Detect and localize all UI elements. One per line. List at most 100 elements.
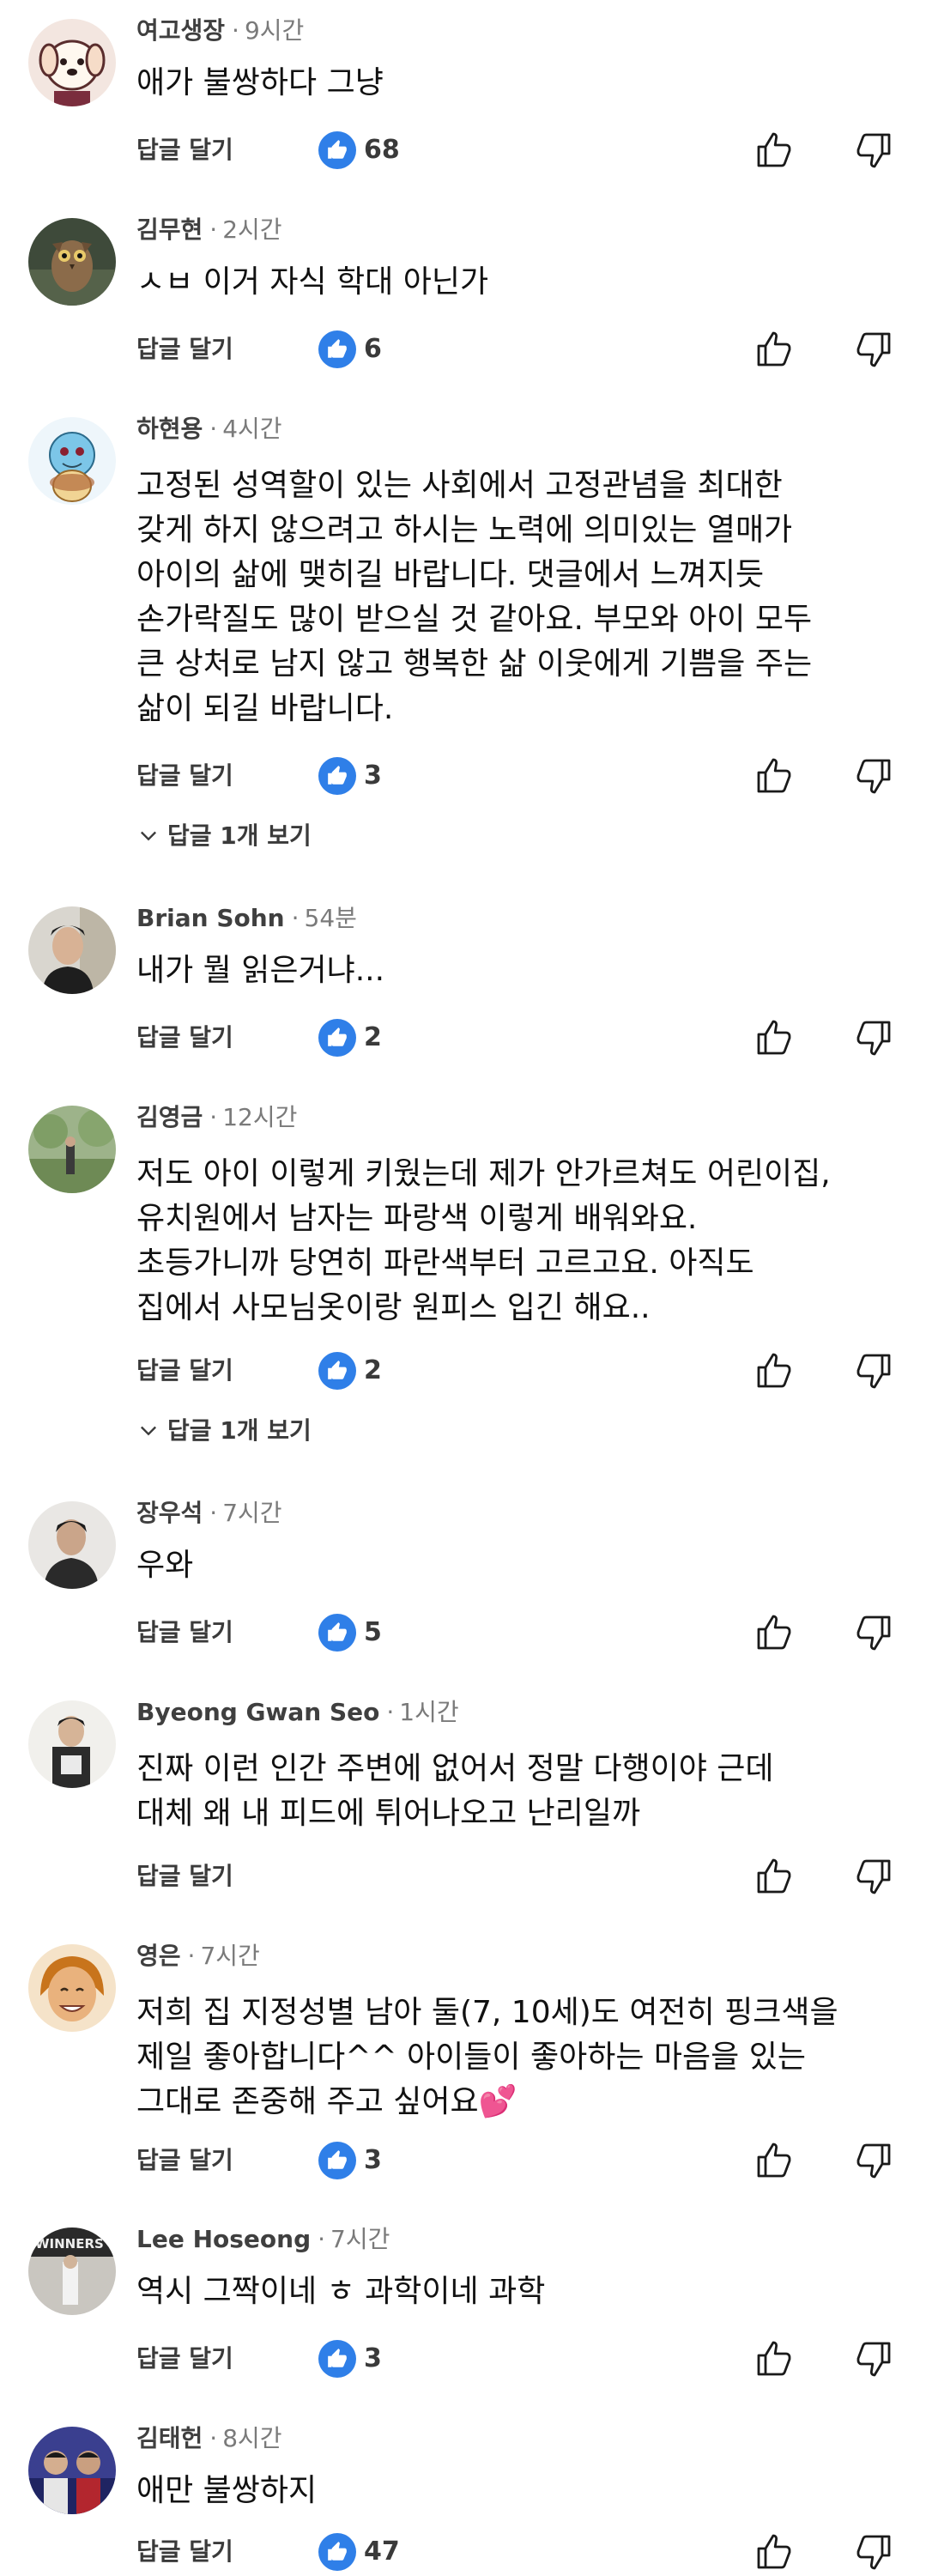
- comment-meta: 영은 · 7시간: [136, 1939, 260, 1973]
- comment-text-line: 애가 불쌍하다 그냥: [136, 65, 384, 100]
- thumbs-up-outline-icon[interactable]: [754, 1856, 795, 1897]
- thumbs-up-outline-icon[interactable]: [754, 2338, 795, 2379]
- comment-text: ㅅㅂ 이거 자식 학대 아닌가: [136, 262, 900, 303]
- comment-meta: 김영금 · 12시간: [136, 1100, 297, 1135]
- comment-text-line: 제일 좋아합니다^^ 아이들이 좋아하는 마음을 있는: [136, 2040, 806, 2075]
- avatar[interactable]: [28, 2427, 116, 2514]
- author-name[interactable]: 김무현: [136, 215, 203, 244]
- comment-text: 애만 불쌍하지: [136, 2470, 900, 2512]
- avatar[interactable]: [28, 1700, 116, 1788]
- thumbs-down-outline-icon[interactable]: [853, 1350, 894, 1391]
- comment-actions: 답글 달기: [0, 1852, 926, 1900]
- comment-text-line: ㅅㅂ 이거 자식 학대 아닌가: [136, 264, 489, 300]
- reply-button[interactable]: 답글 달기: [136, 2342, 233, 2376]
- reply-button[interactable]: 답글 달기: [136, 1021, 233, 1055]
- thumbs-down-outline-icon[interactable]: [853, 755, 894, 797]
- reply-button[interactable]: 답글 달기: [136, 1354, 233, 1388]
- thumbs-up-outline-icon[interactable]: [754, 1350, 795, 1391]
- author-name[interactable]: 김영금: [136, 1103, 203, 1131]
- comment-text: 역시 그짝이네 ㅎ 과학이네 과학: [136, 2271, 900, 2312]
- reply-button[interactable]: 답글 달기: [136, 133, 233, 167]
- avatar[interactable]: [28, 417, 116, 505]
- author-name[interactable]: 여고생장: [136, 16, 225, 45]
- reply-button[interactable]: 답글 달기: [136, 332, 233, 367]
- author-name[interactable]: 김태헌: [136, 2424, 203, 2452]
- thumbs-down-outline-icon[interactable]: [853, 2338, 894, 2379]
- comment-text-line: 그대로 존중해 주고 싶어요💕: [136, 2084, 517, 2119]
- chevron-down-icon: [136, 1417, 160, 1441]
- thumbs-up-outline-icon[interactable]: [754, 1017, 795, 1058]
- avatar[interactable]: [28, 1106, 116, 1193]
- author-name[interactable]: Lee Hoseong: [136, 2225, 311, 2253]
- meta-separator: ·: [386, 1698, 395, 1726]
- comment-time: 7시간: [200, 1942, 260, 1970]
- comment-actions: 답글 달기 5: [0, 1609, 926, 1657]
- svg-text:WINNERS: WINNERS: [35, 2236, 104, 2252]
- thumbs-down-outline-icon[interactable]: [853, 329, 894, 370]
- like-count: 3: [364, 2145, 382, 2175]
- thumbs-up-outline-icon[interactable]: [754, 1612, 795, 1653]
- thumbs-down-outline-icon[interactable]: [853, 130, 894, 171]
- reply-button[interactable]: 답글 달기: [136, 759, 233, 793]
- thumbs-up-filled-icon: [318, 2533, 356, 2571]
- comment-meta: 김태헌 · 8시간: [136, 2421, 282, 2456]
- thumbs-up-outline-icon[interactable]: [754, 2531, 795, 2573]
- thumbs-down-outline-icon[interactable]: [853, 1612, 894, 1653]
- comment-text-line: 집에서 사모님옷이랑 원피스 입긴 해요..: [136, 1290, 651, 1325]
- reply-button[interactable]: 답글 달기: [136, 2535, 233, 2569]
- comment-actions: 답글 달기 3: [0, 2137, 926, 2185]
- reply-button[interactable]: 답글 달기: [136, 2143, 233, 2178]
- avatar[interactable]: [28, 1944, 116, 2032]
- author-name[interactable]: 영은: [136, 1942, 181, 1970]
- avatar[interactable]: WINNERS: [28, 2227, 116, 2315]
- reply-button[interactable]: 답글 달기: [136, 1615, 233, 1650]
- thumbs-up-filled-icon: [318, 2142, 356, 2179]
- comment-actions: 답글 달기 47: [0, 2528, 926, 2576]
- like-count: 47: [364, 2537, 400, 2567]
- view-replies-button[interactable]: 답글 1개 보기: [136, 1414, 312, 1448]
- reply-button[interactable]: 답글 달기: [136, 1859, 233, 1894]
- thumbs-up-outline-icon[interactable]: [754, 329, 795, 370]
- comment-meta: 장우석 · 7시간: [136, 1496, 282, 1530]
- comment-text-line: 갖게 하지 않으려고 하시는 노력에 의미있는 열매가: [136, 512, 793, 548]
- avatar[interactable]: [28, 906, 116, 994]
- meta-separator: ·: [209, 2424, 218, 2452]
- comment-text: 애가 불쌍하다 그냥: [136, 63, 900, 104]
- thumbs-down-outline-icon[interactable]: [853, 2140, 894, 2181]
- avatar[interactable]: [28, 19, 116, 106]
- author-name[interactable]: Brian Sohn: [136, 904, 285, 932]
- comment-text: 진짜 이런 인간 주변에 없어서 정말 다행이야 근데 대체 왜 내 피드에 튀…: [136, 1747, 900, 1836]
- comment-meta: 하현용 · 4시간: [136, 412, 282, 446]
- thumbs-up-outline-icon[interactable]: [754, 2140, 795, 2181]
- like-count: 3: [364, 2343, 382, 2373]
- comment-text-line: 애만 불쌍하지: [136, 2473, 318, 2508]
- author-name[interactable]: 장우석: [136, 1499, 203, 1527]
- comment-text-line: 역시 그짝이네 ㅎ 과학이네 과학: [136, 2274, 546, 2309]
- thumbs-up-filled-icon: [318, 330, 356, 368]
- thumbs-down-outline-icon[interactable]: [853, 1017, 894, 1058]
- author-name[interactable]: 하현용: [136, 415, 203, 443]
- thumbs-up-filled-icon: [318, 757, 356, 795]
- meta-separator: ·: [209, 215, 218, 244]
- comment-time: 54분: [304, 904, 357, 932]
- comment-text-line: 초등가니까 당연히 파란색부터 고르고요. 아직도: [136, 1246, 754, 1281]
- view-replies-button[interactable]: 답글 1개 보기: [136, 819, 312, 853]
- thumbs-down-outline-icon[interactable]: [853, 2531, 894, 2573]
- comment-text-line: 저희 집 지정성별 남아 둘(7, 10세)도 여전히 핑크색을: [136, 1995, 838, 2030]
- thumbs-down-outline-icon[interactable]: [853, 1856, 894, 1897]
- comment-text-line: 우와: [136, 1548, 194, 1583]
- author-name[interactable]: Byeong Gwan Seo: [136, 1698, 379, 1726]
- comment-time: 2시간: [222, 215, 282, 244]
- thumbs-up-filled-icon: [318, 1614, 356, 1652]
- comment-text: 내가 뭘 읽은거냐...: [136, 950, 900, 991]
- avatar[interactable]: [28, 218, 116, 306]
- comment-time: 7시간: [222, 1499, 282, 1527]
- comment-text-line: 유치원에서 남자는 파랑색 이렇게 배워와요.: [136, 1201, 698, 1236]
- comment-text: 고정된 성역할이 있는 사회에서 고정관념을 최대한 갖게 하지 않으려고 하시…: [136, 464, 900, 731]
- like-count: 5: [364, 1617, 382, 1647]
- comment-actions: 답글 달기 2: [0, 1014, 926, 1062]
- thumbs-up-outline-icon[interactable]: [754, 755, 795, 797]
- thumbs-up-outline-icon[interactable]: [754, 130, 795, 171]
- avatar[interactable]: [28, 1501, 116, 1589]
- comment-meta: Byeong Gwan Seo · 1시간: [136, 1695, 459, 1730]
